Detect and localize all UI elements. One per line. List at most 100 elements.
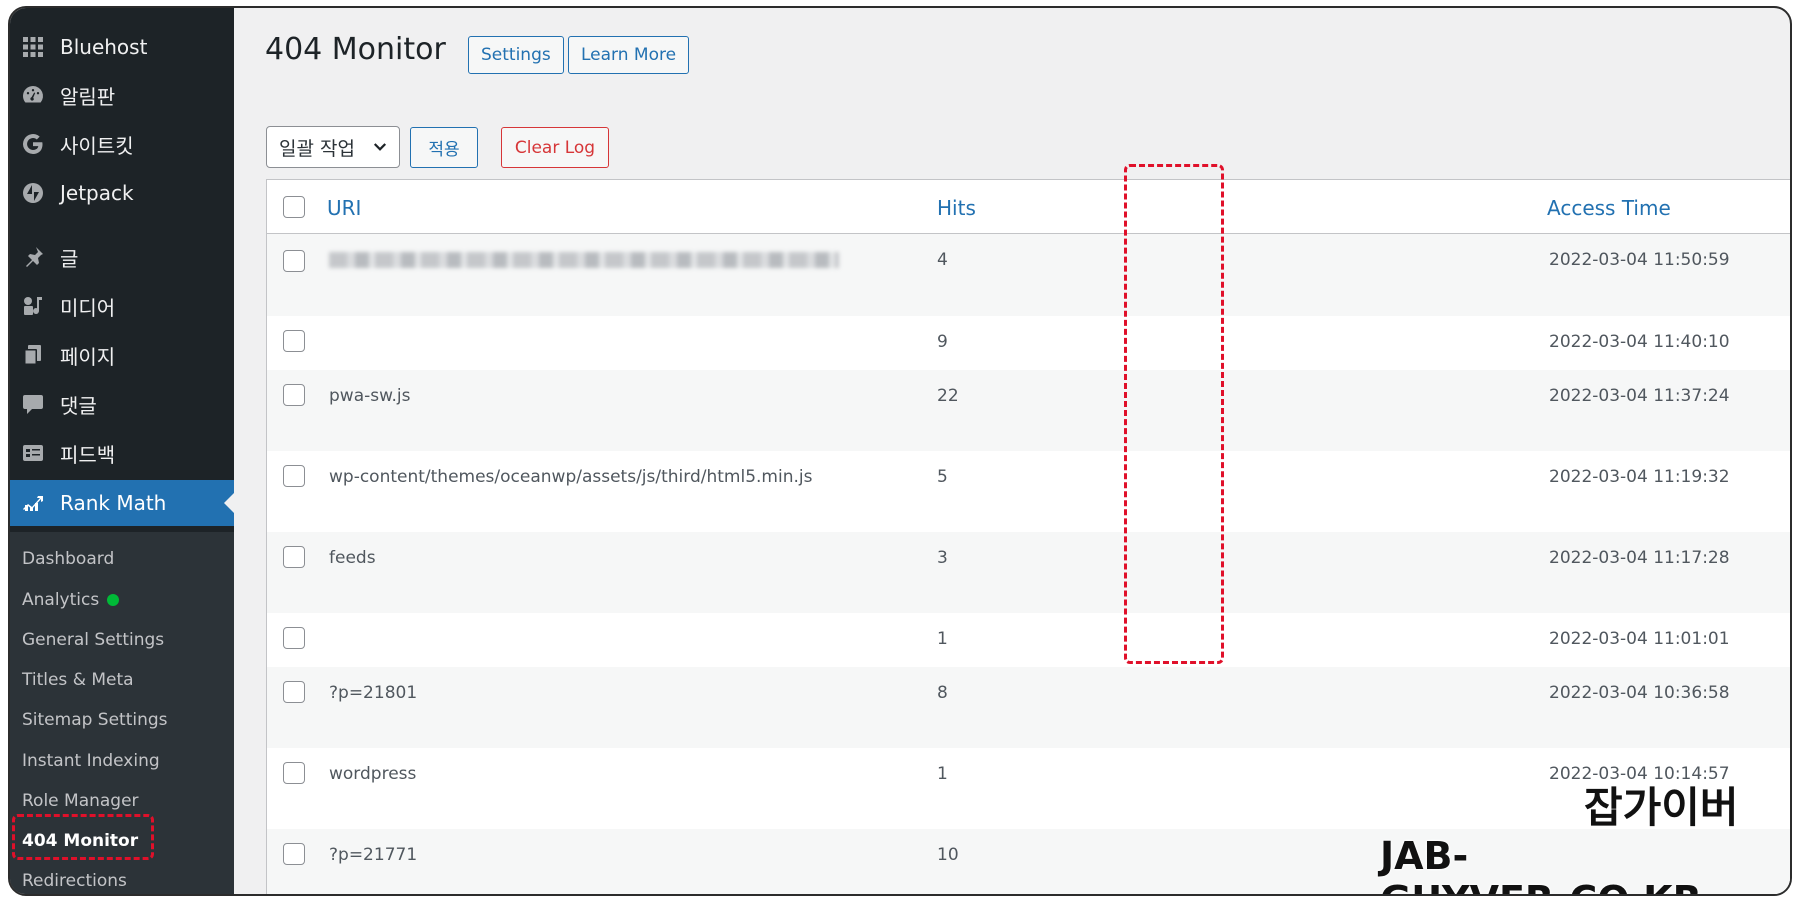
- pages-icon: [18, 340, 48, 370]
- main-content: 404 Monitor Settings Learn More 일괄 작업 적용…: [234, 8, 1790, 894]
- uri-cell: wordpress: [329, 764, 417, 784]
- row-checkbox[interactable]: [283, 465, 305, 487]
- hits-cell: 8: [937, 683, 948, 703]
- column-header-uri[interactable]: URI: [327, 196, 361, 220]
- page-title: 404 Monitor: [265, 32, 446, 67]
- submenu-item-role-manager[interactable]: Role Manager: [22, 786, 139, 816]
- access-time-cell: 2022-03-04 11:50:59: [1549, 250, 1730, 270]
- row-checkbox[interactable]: [283, 762, 305, 784]
- sidebar-item-media[interactable]: 미디어: [10, 283, 234, 329]
- table-row[interactable]: 1 2022-03-04 11:01:01: [267, 613, 1790, 667]
- apply-button[interactable]: 적용: [410, 127, 478, 168]
- row-checkbox[interactable]: [283, 250, 305, 272]
- sidebar-item-feedback[interactable]: 피드백: [10, 430, 234, 476]
- sidebar-item-bluehost[interactable]: Bluehost: [10, 24, 234, 70]
- column-header-hits[interactable]: Hits: [937, 196, 976, 220]
- submenu-label: Role Manager: [22, 791, 139, 811]
- table-row[interactable]: feeds 3 2022-03-04 11:17:28: [267, 532, 1790, 613]
- row-checkbox[interactable]: [283, 546, 305, 568]
- sidebar-item-label: Rank Math: [60, 491, 167, 515]
- uri-cell: wp-content/themes/oceanwp/assets/js/thir…: [329, 467, 813, 487]
- admin-sidebar: Bluehost 알림판 사이트킷 Jetpack 글 미디어 페이지 댓글 피…: [10, 8, 234, 894]
- column-header-access-time[interactable]: Access Time: [1547, 196, 1671, 220]
- sidebar-item-dashboard[interactable]: 알림판: [10, 72, 234, 118]
- highlight-box-hits-column: [1124, 164, 1224, 664]
- sidebar-item-pages[interactable]: 페이지: [10, 332, 234, 378]
- hits-cell: 10: [937, 845, 959, 865]
- access-time-cell: 2022-03-04 11:40:10: [1549, 332, 1730, 352]
- submenu-label: Dashboard: [22, 549, 115, 569]
- blurred-uri: [329, 252, 839, 268]
- sidebar-item-comments[interactable]: 댓글: [10, 381, 234, 427]
- access-time-cell: 2022-03-04 11:37:24: [1549, 386, 1730, 406]
- comment-icon: [18, 389, 48, 419]
- table-row[interactable]: 9 2022-03-04 11:40:10: [267, 316, 1790, 370]
- sidebar-item-rank-math[interactable]: Rank Math: [10, 480, 234, 526]
- sidebar-item-label: 글: [60, 246, 79, 271]
- pin-icon: [18, 242, 48, 272]
- sidebar-item-label: 미디어: [60, 295, 116, 320]
- hits-cell: 9: [937, 332, 948, 352]
- hits-cell: 3: [937, 548, 948, 568]
- uri-cell: ?p=21801: [329, 683, 418, 703]
- row-checkbox[interactable]: [283, 330, 305, 352]
- sidebar-item-label: 페이지: [60, 344, 116, 369]
- submenu-label: Analytics: [22, 590, 100, 610]
- sidebar-item-sitekit[interactable]: 사이트킷: [10, 121, 234, 167]
- submenu-item-sitemap-settings[interactable]: Sitemap Settings: [22, 705, 168, 735]
- row-checkbox[interactable]: [283, 681, 305, 703]
- access-time-cell: 2022-03-04 11:19:32: [1549, 467, 1730, 487]
- access-time-cell: 2022-03-04 11:17:28: [1549, 548, 1730, 568]
- sidebar-item-label: 댓글: [60, 393, 97, 418]
- bulk-action-select[interactable]: 일괄 작업: [266, 126, 400, 168]
- uri-cell: pwa-sw.js: [329, 386, 411, 406]
- sidebar-item-label: 피드백: [60, 442, 116, 467]
- row-checkbox[interactable]: [283, 627, 305, 649]
- grid-icon: [18, 32, 48, 62]
- sidebar-item-jetpack[interactable]: Jetpack: [10, 170, 234, 216]
- submenu-item-analytics[interactable]: Analytics: [22, 585, 120, 615]
- table-row[interactable]: wordpress 1 2022-03-04 10:14:57: [267, 748, 1790, 829]
- sidebar-item-label: Jetpack: [60, 181, 134, 205]
- access-time-cell: 2022-03-04 11:01:01: [1549, 629, 1730, 649]
- hits-cell: 1: [937, 629, 948, 649]
- table-row[interactable]: ?p=21801 8 2022-03-04 10:36:58: [267, 667, 1790, 748]
- select-all-checkbox[interactable]: [283, 196, 305, 218]
- learn-more-button[interactable]: Learn More: [568, 36, 690, 74]
- screen-frame: Bluehost 알림판 사이트킷 Jetpack 글 미디어 페이지 댓글 피…: [8, 6, 1792, 896]
- uri-cell: feeds: [329, 548, 376, 568]
- hits-cell: 4: [937, 250, 948, 270]
- status-online-dot: [107, 594, 120, 606]
- table-row[interactable]: 4 2022-03-04 11:50:59: [267, 234, 1790, 316]
- dashboard-gauge-icon: [18, 80, 48, 110]
- hits-cell: 1: [937, 764, 948, 784]
- watermark-korean: 잡가이버: [1583, 782, 1740, 833]
- highlight-box-404-monitor: [12, 814, 154, 860]
- submenu-item-titles-meta[interactable]: Titles & Meta: [22, 665, 134, 695]
- hits-cell: 22: [937, 386, 959, 406]
- submenu-item-redirections[interactable]: Redirections: [22, 866, 127, 894]
- google-g-icon: [18, 129, 48, 159]
- access-time-cell: 2022-03-04 10:36:58: [1549, 683, 1730, 703]
- clear-log-button[interactable]: Clear Log: [501, 127, 609, 168]
- settings-button[interactable]: Settings: [468, 36, 564, 74]
- sidebar-item-label: Bluehost: [60, 35, 148, 59]
- row-checkbox[interactable]: [283, 843, 305, 865]
- submenu-item-general-settings[interactable]: General Settings: [22, 625, 164, 655]
- rank-math-icon: [18, 488, 48, 518]
- sidebar-item-posts[interactable]: 글: [10, 234, 234, 280]
- media-icon: [18, 291, 48, 321]
- submenu-label: Titles & Meta: [22, 670, 134, 690]
- submenu-item-dashboard[interactable]: Dashboard: [22, 544, 114, 574]
- watermark-url: JAB-GUYVER.CO.KR: [1380, 834, 1702, 894]
- uri-cell: ?p=21771: [329, 845, 418, 865]
- hits-cell: 5: [937, 467, 948, 487]
- table-row[interactable]: pwa-sw.js 22 2022-03-04 11:37:24: [267, 370, 1790, 451]
- submenu-label: Redirections: [22, 871, 127, 891]
- submenu-item-instant-indexing[interactable]: Instant Indexing: [22, 746, 160, 776]
- submenu-label: Sitemap Settings: [22, 710, 168, 730]
- feedback-icon: [18, 438, 48, 468]
- table-header: URI Hits Access Time: [267, 180, 1790, 234]
- row-checkbox[interactable]: [283, 384, 305, 406]
- table-row[interactable]: wp-content/themes/oceanwp/assets/js/thir…: [267, 451, 1790, 532]
